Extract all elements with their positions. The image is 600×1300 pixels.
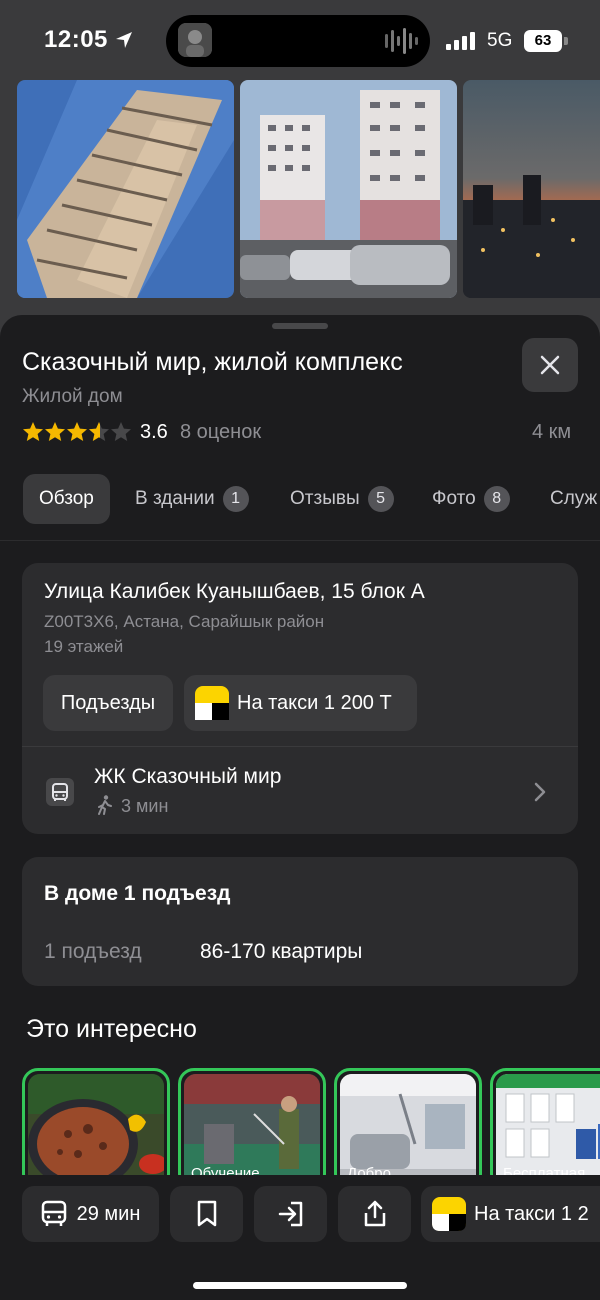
sheet-grabber[interactable] <box>272 323 328 329</box>
place-title: Сказочный мир, жилой комплекс <box>22 348 403 376</box>
entrances-label: Подъезды <box>60 691 156 714</box>
battery-icon: 63 <box>524 30 570 52</box>
clock: 12:05 <box>44 26 108 53</box>
bus-stop-icon <box>46 778 74 806</box>
taxi-label: На такси 1 2 <box>474 1202 589 1225</box>
tab-badge: 5 <box>367 486 394 512</box>
chevron-right-icon <box>534 782 546 802</box>
place-category: Жилой дом <box>22 386 123 407</box>
story-card-training[interactable]: Обучение <box>178 1068 326 1190</box>
share-icon <box>364 1200 385 1227</box>
location-arrow-icon <box>116 32 132 48</box>
tab-label: Служ <box>550 488 598 509</box>
tab-badge: 1 <box>222 486 249 512</box>
card-divider <box>22 746 578 747</box>
entrance-label: 1 подъезд <box>44 940 142 963</box>
battery-level: 63 <box>524 30 562 52</box>
bookmark-icon <box>197 1200 216 1227</box>
distance: 4 км <box>532 421 572 443</box>
story-card-food[interactable] <box>22 1068 170 1190</box>
taxi-chip-button[interactable]: На такси 1 200 Т <box>184 675 417 731</box>
story-card-free[interactable]: Бесплатная <box>490 1068 600 1190</box>
apartments-range: 86-170 квартиры <box>200 940 363 963</box>
tab-badge: 8 <box>483 486 510 512</box>
rating-stars <box>22 420 134 444</box>
tab-overview[interactable]: Обзор <box>23 474 110 524</box>
entrances-title: В доме 1 подъезд <box>44 882 231 905</box>
rating-value: 3.6 <box>140 421 168 443</box>
tab-label: Обзор <box>39 488 94 509</box>
cellular-signal-icon <box>446 32 475 50</box>
transit-stop-name: ЖК Сказочный мир <box>94 765 282 788</box>
story-card-dental[interactable]: Добро <box>334 1068 482 1190</box>
audio-waveform-icon <box>385 28 418 54</box>
now-playing-artwork <box>178 23 212 57</box>
transit-stop-row[interactable] <box>22 748 578 834</box>
photo-building-1[interactable] <box>17 80 234 298</box>
section-title: Это интересно <box>26 1015 197 1043</box>
star-full-icon <box>45 422 65 441</box>
home-indicator[interactable] <box>193 1282 407 1289</box>
battery-tip <box>564 37 568 45</box>
taxi-button[interactable]: На такси 1 2 <box>421 1186 600 1242</box>
bus-icon <box>41 1200 66 1226</box>
yandex-taxi-icon <box>432 1197 466 1231</box>
tab-in-building[interactable]: В здании 1 <box>135 474 249 524</box>
bookmark-button[interactable] <box>170 1186 243 1242</box>
walking-icon <box>98 795 112 815</box>
share-button[interactable] <box>338 1186 411 1242</box>
status-bar: 12:05 5G 63 <box>0 0 600 80</box>
taxi-chip-label: На такси 1 200 Т <box>237 691 392 714</box>
ratings-count[interactable]: 8 оценок <box>180 421 261 444</box>
entrances-button[interactable]: Подъезды <box>43 675 173 731</box>
photo-gallery[interactable] <box>0 80 600 300</box>
photo-night-view[interactable] <box>463 80 600 298</box>
floors-count: 19 этажей <box>44 637 124 656</box>
login-arrow-icon <box>278 1201 302 1227</box>
tab-photos[interactable]: Фото 8 <box>432 474 510 524</box>
route-time: 29 мин <box>76 1202 141 1225</box>
star-full-icon <box>23 422 43 441</box>
tab-reviews[interactable]: Отзывы 5 <box>290 474 394 524</box>
walk-time: 3 мин <box>121 796 169 816</box>
yandex-taxi-icon <box>195 686 229 720</box>
entrance-button[interactable] <box>254 1186 327 1242</box>
tabs-divider <box>0 540 600 541</box>
photo-building-2[interactable] <box>240 80 457 298</box>
close-icon <box>540 355 560 375</box>
tab-label: Отзывы <box>290 488 360 509</box>
address-details: Z00T3X6, Астана, Сарайшык район <box>44 612 325 631</box>
tab-label: Фото <box>432 488 476 509</box>
star-full-icon <box>67 422 87 441</box>
network-type: 5G <box>487 30 513 51</box>
route-button[interactable]: 29 мин <box>22 1186 159 1242</box>
tab-services[interactable]: Служ <box>550 474 600 524</box>
address-line[interactable]: Улица Калибек Куанышбаев, 15 блок А <box>44 580 425 604</box>
close-button[interactable] <box>522 338 578 392</box>
tab-label: В здании <box>135 488 215 509</box>
star-empty-icon <box>111 422 131 441</box>
entrances-card <box>22 857 578 986</box>
